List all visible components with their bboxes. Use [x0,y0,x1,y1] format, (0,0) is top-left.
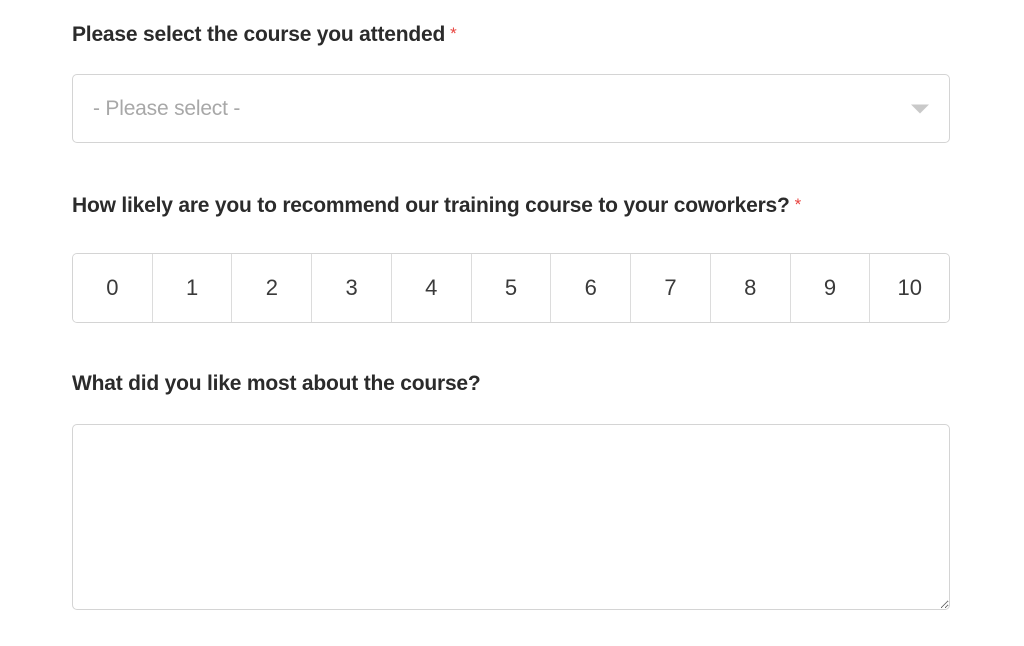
course-select-wrapper: - Please select - [72,74,950,143]
recommend-scale-option[interactable]: 3 [312,254,392,322]
course-select-value: - Please select - [93,97,241,120]
recommend-required-asterisk: * [794,195,802,214]
recommend-field-label: How likely are you to recommend our trai… [72,194,790,217]
liked-most-field-label-row: What did you like most about the course? [72,371,950,396]
liked-most-textarea-wrapper [72,424,950,610]
recommend-scale-option[interactable]: 10 [870,254,949,322]
course-required-asterisk: * [450,24,457,43]
course-select[interactable]: - Please select - [72,74,950,143]
recommend-scale-option[interactable]: 7 [631,254,711,322]
course-field-label-row: Please select the course you attended * [72,22,950,47]
feedback-form: Please select the course you attended * -… [0,0,1024,646]
recommend-scale-option[interactable]: 6 [551,254,632,322]
recommend-scale-option[interactable]: 5 [471,254,552,322]
recommend-scale-option[interactable]: 0 [73,254,153,322]
chevron-down-icon [911,104,929,113]
liked-most-field-label: What did you like most about the course? [72,372,481,395]
recommend-scale-option[interactable]: 4 [391,254,472,322]
recommend-field-label-row: How likely are you to recommend our trai… [72,193,950,218]
recommend-scale-option[interactable]: 8 [710,254,791,322]
recommend-scale-wrapper: 0 1 2 3 4 5 6 7 8 9 10 [72,253,950,323]
liked-most-textarea[interactable] [72,424,950,610]
recommend-scale-option[interactable]: 1 [152,254,233,322]
recommend-scale-option[interactable]: 9 [790,254,871,322]
recommend-scale-option[interactable]: 2 [232,254,313,322]
course-field-label: Please select the course you attended [72,23,446,46]
recommend-scale: 0 1 2 3 4 5 6 7 8 9 10 [72,253,950,323]
